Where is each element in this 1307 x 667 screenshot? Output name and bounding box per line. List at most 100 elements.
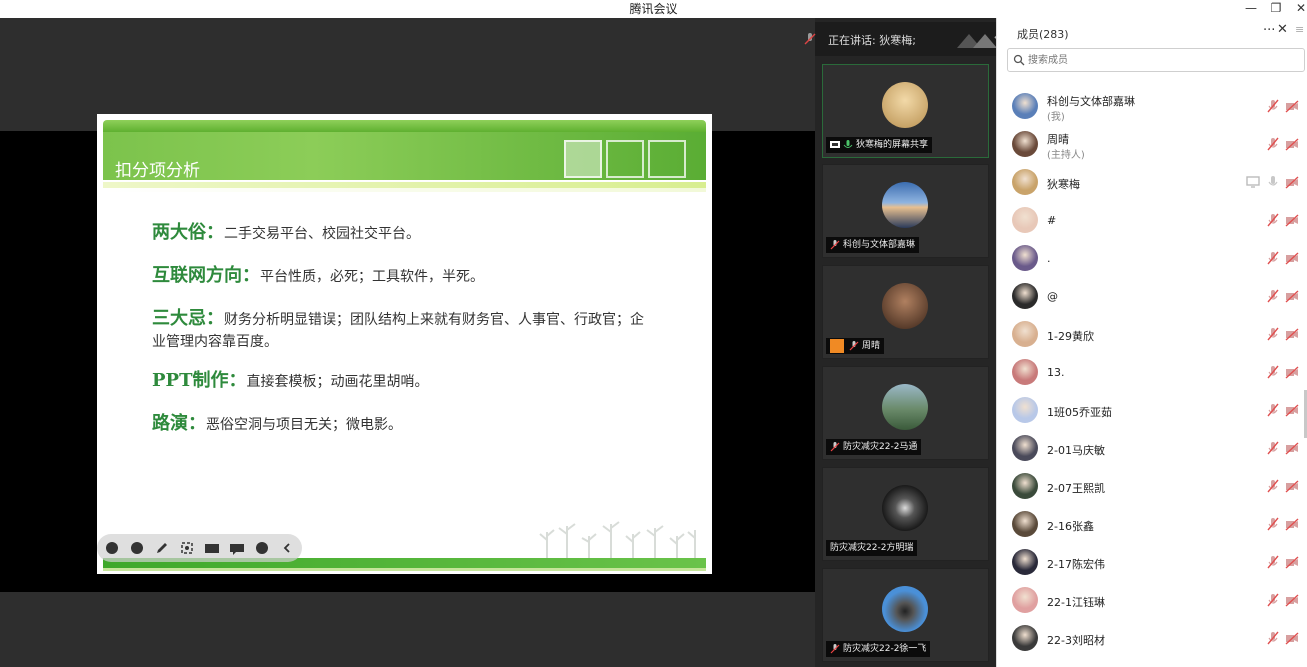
camera-off-icon[interactable] xyxy=(1285,479,1299,493)
search-input[interactable] xyxy=(1028,52,1298,68)
video-tile[interactable]: 防灾减灾22-2方明瑞 xyxy=(822,467,989,561)
member-avatar xyxy=(1012,397,1038,423)
camera-off-icon[interactable] xyxy=(1285,403,1299,417)
camera-off-icon[interactable] xyxy=(1285,593,1299,607)
panel-menu-icon[interactable]: ≡ xyxy=(1295,23,1304,36)
camera-off-icon[interactable] xyxy=(1285,631,1299,645)
mic-muted-icon[interactable] xyxy=(1266,289,1280,303)
member-avatar xyxy=(1012,359,1038,385)
mic-muted-icon[interactable] xyxy=(1266,327,1280,341)
member-row[interactable]: @ xyxy=(997,277,1307,315)
video-tile[interactable]: 狄寒梅的屏幕共享 xyxy=(822,64,989,158)
tile-name: 科创与文体部嘉琳 xyxy=(843,240,916,250)
more-icon[interactable] xyxy=(253,539,271,557)
screenshot-icon[interactable] xyxy=(178,539,196,557)
member-row[interactable]: 13. xyxy=(997,353,1307,391)
mic-muted-icon[interactable] xyxy=(1266,593,1280,607)
tile-name: 防灾减灾22-2马通 xyxy=(843,442,918,452)
member-row[interactable]: 2-17陈宏伟 xyxy=(997,543,1307,581)
member-name: 1-29黄欣 xyxy=(1047,330,1094,343)
slide-top-bar xyxy=(103,120,706,132)
member-search[interactable] xyxy=(1007,48,1305,72)
camera-off-icon[interactable] xyxy=(1285,517,1299,531)
camera-off-icon[interactable] xyxy=(1285,365,1299,379)
slide-decor-box xyxy=(606,140,644,178)
member-row[interactable]: 22-3刘昭材 xyxy=(997,619,1307,657)
tile-label: 防灾减灾22-2徐一飞 xyxy=(826,641,931,657)
minimize-button[interactable]: — xyxy=(1238,0,1264,18)
prev-icon[interactable] xyxy=(103,539,121,557)
camera-off-icon[interactable] xyxy=(1285,441,1299,455)
tile-name: 防灾减灾22-2方明瑞 xyxy=(830,543,914,553)
title-bar: 腾讯会议 — ❐ ✕ xyxy=(0,0,1307,18)
presentation-toolbar xyxy=(97,534,302,562)
camera-off-icon[interactable] xyxy=(1285,327,1299,341)
next-icon[interactable] xyxy=(128,539,146,557)
member-row[interactable]: 2-07王熙凯 xyxy=(997,467,1307,505)
slide-footer-line xyxy=(103,568,706,571)
member-row[interactable]: 周晴 (主持人) xyxy=(997,125,1307,163)
video-tile[interactable]: 防灾减灾22-2徐一飞 xyxy=(822,568,989,662)
member-row[interactable]: 狄寒梅 xyxy=(997,163,1307,201)
member-row[interactable]: # xyxy=(997,201,1307,239)
mic-muted-icon xyxy=(830,442,840,452)
more-options-button[interactable]: ··· xyxy=(1263,23,1275,38)
mic-muted-icon[interactable] xyxy=(1266,517,1280,531)
pen-icon[interactable] xyxy=(153,539,171,557)
member-name: 狄寒梅 xyxy=(1047,178,1080,191)
members-title: 成员(283) xyxy=(1017,28,1069,41)
member-role: (我) xyxy=(1047,112,1065,123)
member-row[interactable]: 22-1江钰琳 xyxy=(997,581,1307,619)
search-icon xyxy=(1013,54,1025,66)
mic-muted-icon[interactable] xyxy=(1266,441,1280,455)
restore-button[interactable]: ❐ xyxy=(1263,0,1289,18)
member-name: 22-3刘昭材 xyxy=(1047,634,1105,647)
member-name: 2-17陈宏伟 xyxy=(1047,558,1105,571)
mic-muted-icon[interactable] xyxy=(1266,251,1280,265)
member-row[interactable]: 1班05乔亚茹 xyxy=(997,391,1307,429)
point-text: 财务分析明显错误；团队结构上来就有财务官、人事官、行政官；企业管理内容靠百度。 xyxy=(152,312,644,350)
collapse-icon[interactable] xyxy=(278,539,296,557)
close-button[interactable]: ✕ xyxy=(1288,0,1307,18)
member-avatar xyxy=(1012,245,1038,271)
mic-muted-icon[interactable] xyxy=(1266,631,1280,645)
video-column: 正在讲话: 狄寒梅; 狄寒梅的屏幕共享 科创与文体部嘉琳 周晴 防灾减灾22-2… xyxy=(804,18,1008,667)
slide-point: 两大俗：二手交易平台、校园社交平台。 xyxy=(152,222,672,245)
member-name: # xyxy=(1047,214,1057,227)
mic-muted-icon[interactable] xyxy=(1266,479,1280,493)
video-icon[interactable] xyxy=(203,539,221,557)
camera-off-icon[interactable] xyxy=(1285,137,1299,151)
grass-decoration xyxy=(539,521,696,558)
mic-muted-icon[interactable] xyxy=(1266,137,1280,151)
camera-off-icon[interactable] xyxy=(1285,289,1299,303)
mic-muted-icon[interactable] xyxy=(1266,365,1280,379)
video-tile[interactable]: 周晴 xyxy=(822,265,989,359)
mic-muted-icon xyxy=(830,240,840,250)
member-row[interactable]: . xyxy=(997,239,1307,277)
camera-off-icon[interactable] xyxy=(1285,99,1299,113)
camera-off-icon[interactable] xyxy=(1285,175,1299,189)
mic-on-icon[interactable] xyxy=(1266,175,1280,189)
mic-muted-icon[interactable] xyxy=(1266,99,1280,113)
camera-off-icon[interactable] xyxy=(1285,251,1299,265)
camera-off-icon[interactable] xyxy=(1285,555,1299,569)
mic-muted-icon[interactable] xyxy=(1266,213,1280,227)
point-keyword: 互联网方向： xyxy=(152,265,260,286)
mic-muted-icon[interactable] xyxy=(1266,403,1280,417)
member-row[interactable]: 2-01马庆敏 xyxy=(997,429,1307,467)
tile-label: 周晴 xyxy=(826,338,885,354)
member-row[interactable]: 2-16张鑫 xyxy=(997,505,1307,543)
chat-icon[interactable] xyxy=(228,539,246,557)
member-avatar xyxy=(1012,131,1038,157)
presentation-slide: 扣分项分析 两大俗：二手交易平台、校园社交平台。 互联网方向：平台性质，必死；工… xyxy=(97,114,712,574)
member-avatar xyxy=(1012,511,1038,537)
close-panel-button[interactable]: ✕ xyxy=(1277,22,1288,37)
camera-off-icon[interactable] xyxy=(1285,213,1299,227)
member-name: 13. xyxy=(1047,366,1065,379)
member-row[interactable]: 1-29黄欣 xyxy=(997,315,1307,353)
mic-muted-icon[interactable] xyxy=(1266,555,1280,569)
video-tile[interactable]: 科创与文体部嘉琳 xyxy=(822,164,989,258)
video-tile[interactable]: 防灾减灾22-2马通 xyxy=(822,366,989,460)
member-row[interactable]: 科创与文体部嘉琳 (我) xyxy=(997,87,1307,125)
member-name: 2-16张鑫 xyxy=(1047,520,1094,533)
